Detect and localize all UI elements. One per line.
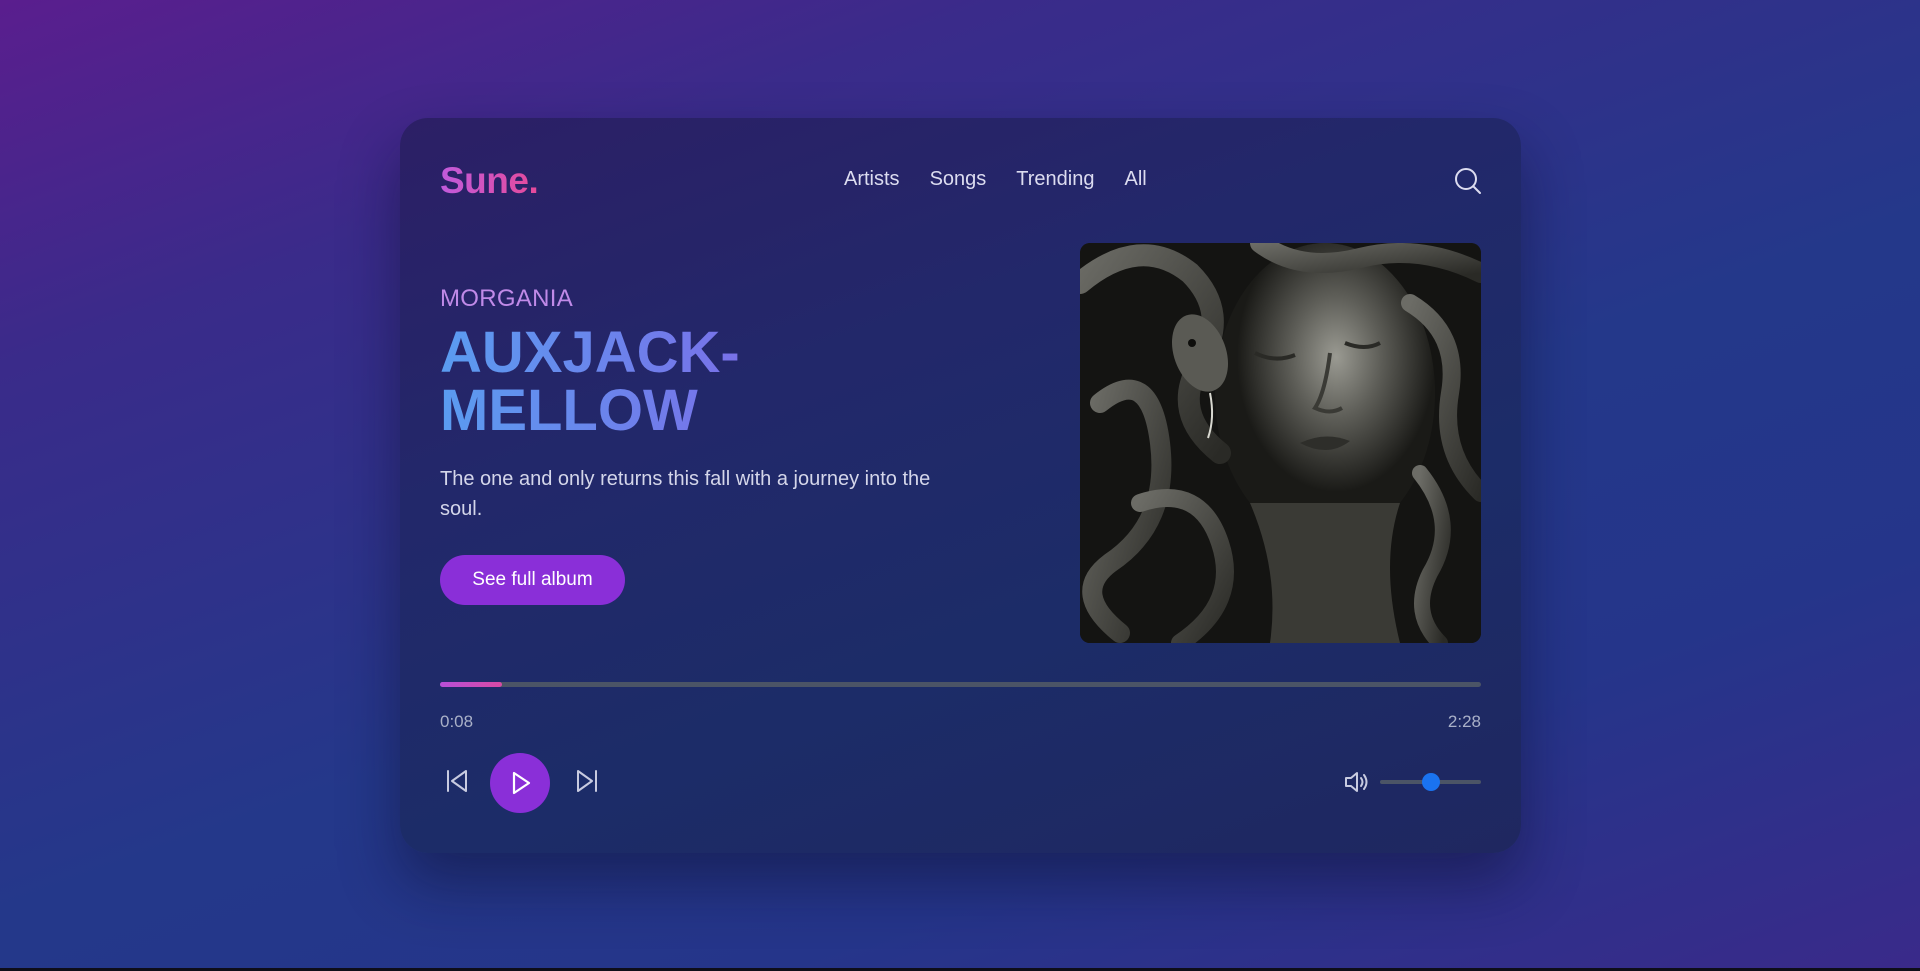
nav-item-trending[interactable]: Trending [1016, 168, 1094, 191]
volume-icon[interactable] [1343, 769, 1369, 795]
see-full-album-button[interactable]: See full album [440, 555, 625, 605]
artist-name[interactable]: MORGANIA [440, 285, 573, 313]
volume-slider[interactable] [1380, 773, 1481, 791]
nav-item-all[interactable]: All [1124, 168, 1146, 191]
play-button[interactable] [490, 753, 550, 813]
track-title-line1: AUXJACK- [440, 320, 740, 385]
progress-bar-fill [440, 682, 503, 687]
track-description: The one and only returns this fall with … [440, 468, 931, 520]
track-title-line2: MELLOW [440, 378, 698, 443]
nav-item-artists[interactable]: Artists [844, 168, 900, 191]
search-icon[interactable] [1453, 166, 1483, 196]
brand-logo[interactable]: Sune. [440, 160, 539, 202]
current-time: 0:08 [440, 712, 474, 731]
track-title: AUXJACK- MELLOW [440, 324, 960, 440]
nav-item-songs[interactable]: Songs [930, 168, 987, 191]
player-card: Sune. Artists Songs Trending All MORGANI… [400, 118, 1521, 853]
album-cover [1080, 243, 1481, 643]
progress-bar[interactable] [440, 682, 1481, 687]
main-nav: Artists Songs Trending All [844, 168, 1177, 191]
total-time: 2:28 [1447, 712, 1481, 731]
volume-slider-thumb[interactable] [1421, 773, 1440, 791]
play-icon [512, 771, 531, 795]
album-cover-art [1080, 243, 1481, 643]
skip-forward-icon[interactable] [572, 766, 602, 796]
skip-back-icon[interactable] [442, 766, 472, 796]
